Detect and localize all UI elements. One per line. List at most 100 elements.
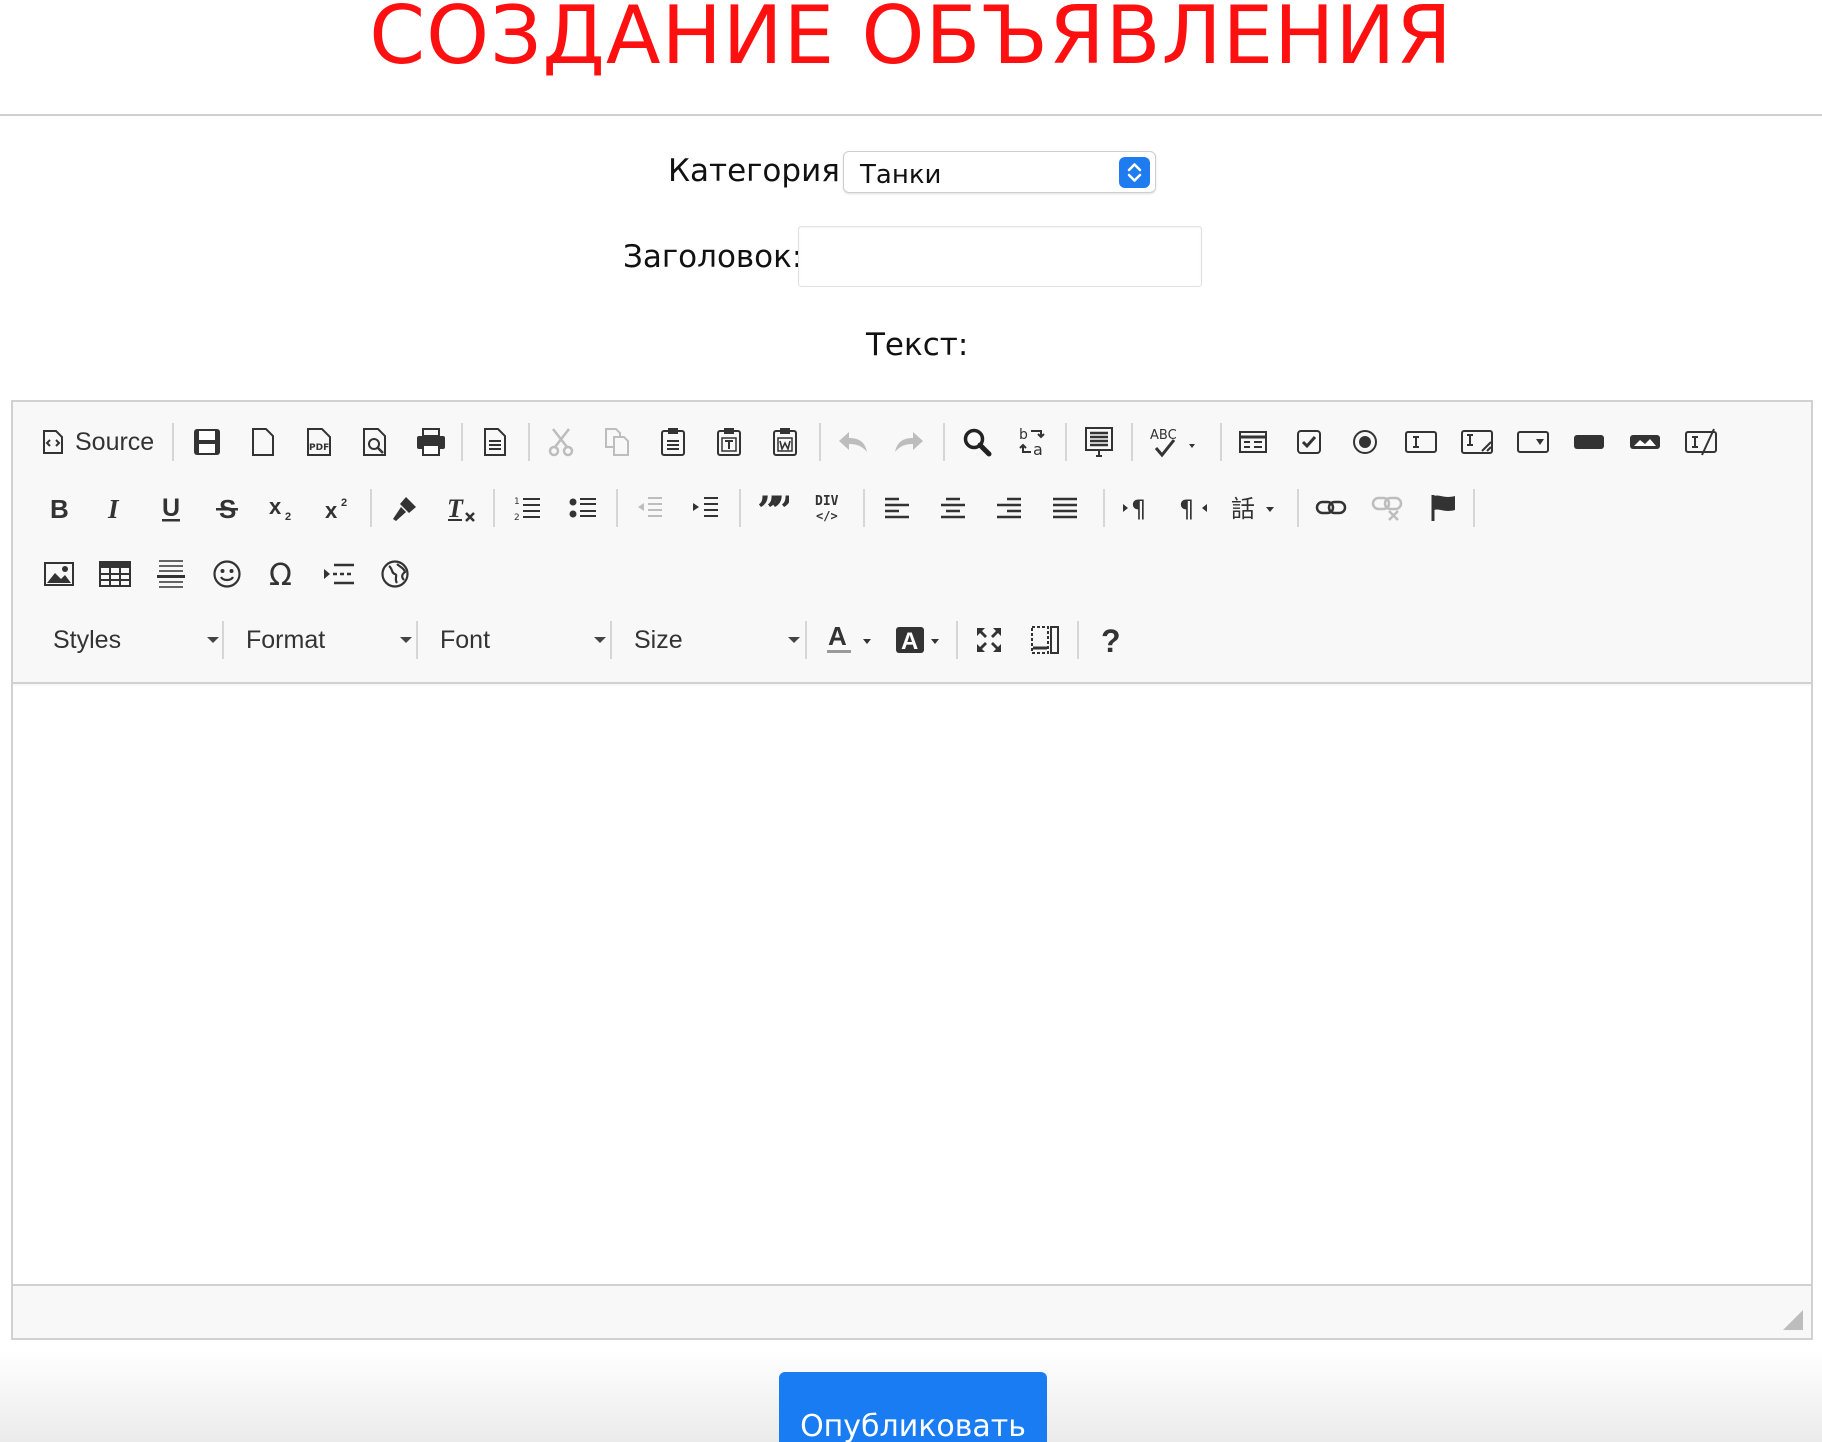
export-pdf-button[interactable]: PDF (297, 420, 341, 464)
toolbar-separator (222, 621, 224, 659)
link-icon (1315, 496, 1347, 520)
redo-icon (893, 430, 925, 454)
source-button[interactable]: Source (35, 420, 175, 464)
find-button[interactable] (955, 420, 999, 464)
select-field-button[interactable] (1511, 420, 1555, 464)
bulleted-list-button[interactable] (561, 486, 605, 530)
copy-button[interactable] (595, 420, 639, 464)
cut-button[interactable] (539, 420, 583, 464)
svg-text:A: A (828, 623, 847, 651)
paste-button[interactable] (651, 420, 695, 464)
smiley-button[interactable] (205, 552, 249, 596)
image-button[interactable] (37, 552, 81, 596)
save-button[interactable] (185, 420, 229, 464)
align-center-button[interactable] (931, 486, 975, 530)
bulleted-list-icon (568, 494, 598, 522)
show-blocks-button[interactable] (1023, 618, 1067, 662)
toolbar-separator (370, 489, 372, 527)
spellcheck-button[interactable]: ABC (1143, 420, 1209, 464)
save-icon (192, 427, 222, 457)
horizontal-line-button[interactable] (149, 552, 193, 596)
new-page-button[interactable] (241, 420, 285, 464)
numbered-list-button[interactable]: 12 (505, 486, 549, 530)
publish-button[interactable]: Опубликовать (779, 1372, 1047, 1442)
rtl-button[interactable]: ¶ (1171, 486, 1215, 530)
subscript-button[interactable]: x2 (261, 486, 305, 530)
radio-button[interactable] (1343, 420, 1387, 464)
redo-button[interactable] (887, 420, 931, 464)
paste-text-button[interactable] (707, 420, 751, 464)
blockquote-button[interactable]: ”” (751, 486, 795, 530)
textarea-button[interactable] (1455, 420, 1499, 464)
category-select[interactable]: Танки (843, 151, 1156, 193)
italic-button[interactable]: I (93, 486, 137, 530)
table-icon (98, 560, 132, 588)
maximize-button[interactable] (967, 618, 1011, 662)
unlink-button[interactable] (1365, 486, 1409, 530)
svg-text:PDF: PDF (309, 443, 329, 453)
remove-format-button[interactable]: T (439, 486, 483, 530)
strike-button[interactable]: S (205, 486, 249, 530)
underline-button[interactable]: U (149, 486, 193, 530)
page-break-button[interactable] (317, 552, 361, 596)
justify-button[interactable] (1043, 486, 1087, 530)
div-icon: DIV </> (813, 492, 845, 524)
resize-handle-icon[interactable] (1783, 1310, 1803, 1330)
select-all-button[interactable] (1077, 420, 1121, 464)
editor-content-area[interactable] (13, 686, 1811, 1286)
ltr-button[interactable]: ¶ (1115, 486, 1159, 530)
outdent-button[interactable] (627, 486, 671, 530)
italic-icon: I (103, 494, 127, 522)
svg-text:a: a (1033, 440, 1043, 458)
indent-button[interactable] (683, 486, 727, 530)
paste-word-button[interactable] (763, 420, 807, 464)
size-dropdown[interactable]: Size (634, 618, 800, 662)
hidden-field-button[interactable] (1679, 420, 1723, 464)
text-color-button[interactable]: A (819, 618, 881, 662)
outdent-icon (634, 494, 664, 522)
copy-format-button[interactable] (383, 486, 427, 530)
svg-text:T: T (447, 494, 464, 523)
language-button[interactable]: 話 (1227, 486, 1287, 530)
about-button[interactable]: ? (1089, 618, 1133, 662)
format-dropdown[interactable]: Format (246, 618, 412, 662)
div-button[interactable]: DIV </> (807, 486, 851, 530)
align-left-button[interactable] (875, 486, 919, 530)
bg-color-button[interactable]: A (889, 618, 951, 662)
checkbox-button[interactable] (1287, 420, 1331, 464)
toolbar-separator (739, 489, 741, 527)
button-field-button[interactable] (1567, 420, 1611, 464)
font-dropdown[interactable]: Font (440, 618, 606, 662)
form-button[interactable] (1231, 420, 1275, 464)
toolbar-separator (416, 621, 418, 659)
special-char-button[interactable]: Ω (261, 552, 305, 596)
anchor-button[interactable] (1421, 486, 1465, 530)
link-button[interactable] (1309, 486, 1353, 530)
source-icon (41, 429, 65, 455)
language-icon: 話 (1231, 493, 1283, 523)
align-right-button[interactable] (987, 486, 1031, 530)
superscript-button[interactable]: x2 (317, 486, 361, 530)
templates-button[interactable] (473, 420, 517, 464)
toolbar-separator (610, 621, 612, 659)
underline-icon: U (159, 493, 183, 523)
category-select-value: Танки (860, 160, 942, 190)
image-button-field-button[interactable] (1623, 420, 1667, 464)
replace-icon: ba (1017, 426, 1049, 458)
preview-button[interactable] (353, 420, 397, 464)
undo-button[interactable] (831, 420, 875, 464)
svg-text:1: 1 (514, 497, 520, 507)
textfield-button[interactable] (1399, 420, 1443, 464)
print-button[interactable] (409, 420, 453, 464)
toolbar-separator (805, 621, 807, 659)
textarea-icon (1460, 429, 1494, 455)
replace-button[interactable]: ba (1011, 420, 1055, 464)
toolbar-separator (956, 621, 958, 659)
bold-button[interactable]: B (37, 486, 81, 530)
heading-input[interactable] (798, 226, 1202, 287)
page-break-icon (322, 561, 356, 587)
styles-dropdown[interactable]: Styles (53, 618, 219, 662)
special-char-icon: Ω (268, 559, 298, 589)
table-button[interactable] (93, 552, 137, 596)
iframe-button[interactable] (373, 552, 417, 596)
